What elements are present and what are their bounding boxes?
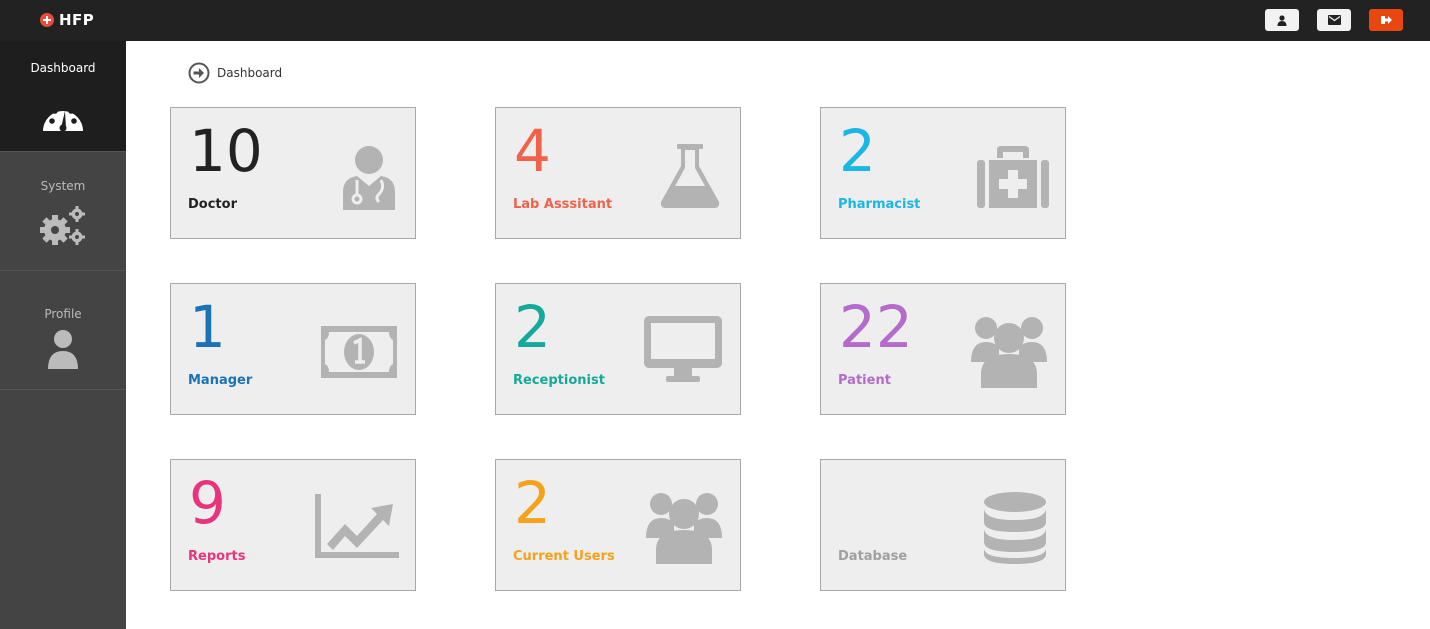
- doctor-count: 10: [189, 117, 263, 185]
- line-chart-icon: [315, 494, 399, 558]
- manager-count: 1: [189, 293, 226, 361]
- users-icon: [971, 317, 1047, 388]
- manager-label: Manager: [188, 373, 253, 388]
- receptionist-count: 2: [514, 293, 551, 361]
- sidebar-item-label: Dashboard: [30, 61, 96, 75]
- reports-card[interactable]: 9 Reports: [170, 459, 416, 591]
- receptionist-card[interactable]: 2 Receptionist: [495, 283, 741, 415]
- doctor-card[interactable]: 10 Doctor: [170, 107, 416, 239]
- lab-assistant-label: Lab Asssitant: [513, 197, 613, 212]
- brand-logo[interactable]: HFP: [40, 10, 94, 30]
- patient-label: Patient: [838, 373, 891, 388]
- dashboard-gauge-icon: [43, 104, 83, 132]
- brand-name: HFP: [59, 11, 95, 29]
- manager-card[interactable]: 1 Manager: [170, 283, 416, 415]
- user-button[interactable]: [1265, 9, 1299, 31]
- patient-count: 22: [839, 293, 913, 361]
- sidebar-item-label: Profile: [44, 307, 82, 321]
- pharmacist-card[interactable]: 2 Pharmacist: [820, 107, 1066, 239]
- sidebar-item-profile[interactable]: Profile: [0, 271, 126, 390]
- desktop-icon: [644, 316, 722, 382]
- pharmacist-count: 2: [839, 117, 876, 185]
- envelope-icon: [1327, 15, 1341, 25]
- current-users-count: 2: [514, 469, 551, 537]
- breadcrumb[interactable]: Dashboard: [188, 62, 282, 84]
- database-icon: [984, 492, 1046, 564]
- sidebar-item-dashboard[interactable]: Dashboard: [0, 41, 126, 152]
- flask-icon: [660, 144, 720, 208]
- lab-assistant-card[interactable]: 4 Lab Asssitant: [495, 107, 741, 239]
- top-navbar: HFP: [0, 0, 1430, 41]
- database-label: Database: [838, 549, 908, 564]
- medkit-icon: [977, 146, 1049, 208]
- current-users-card[interactable]: 2 Current Users: [495, 459, 741, 591]
- sidebar-item-system[interactable]: System: [0, 152, 126, 271]
- reports-count: 9: [189, 469, 226, 537]
- breadcrumb-label: Dashboard: [217, 66, 283, 80]
- users-icon: [646, 493, 722, 564]
- medical-cross-icon: [40, 13, 54, 27]
- money-icon: [321, 326, 397, 378]
- current-users-label: Current Users: [513, 549, 615, 564]
- sidebar: Dashboard System Profile: [0, 41, 126, 629]
- sidebar-item-label: System: [40, 179, 86, 193]
- gears-icon: [40, 206, 85, 245]
- sign-out-icon: [1380, 16, 1392, 24]
- receptionist-label: Receptionist: [513, 373, 605, 388]
- reports-label: Reports: [188, 549, 246, 564]
- lab-assistant-count: 4: [514, 117, 551, 185]
- database-card[interactable]: Database: [820, 459, 1066, 591]
- messages-button[interactable]: [1317, 9, 1351, 31]
- logout-button[interactable]: [1369, 9, 1403, 31]
- pharmacist-label: Pharmacist: [838, 197, 921, 212]
- doctor-icon: [343, 146, 395, 210]
- user-icon: [48, 330, 78, 369]
- arrow-circle-right-icon: [188, 62, 210, 84]
- doctor-label: Doctor: [188, 197, 237, 212]
- user-icon: [1277, 14, 1287, 26]
- patient-card[interactable]: 22 Patient: [820, 283, 1066, 415]
